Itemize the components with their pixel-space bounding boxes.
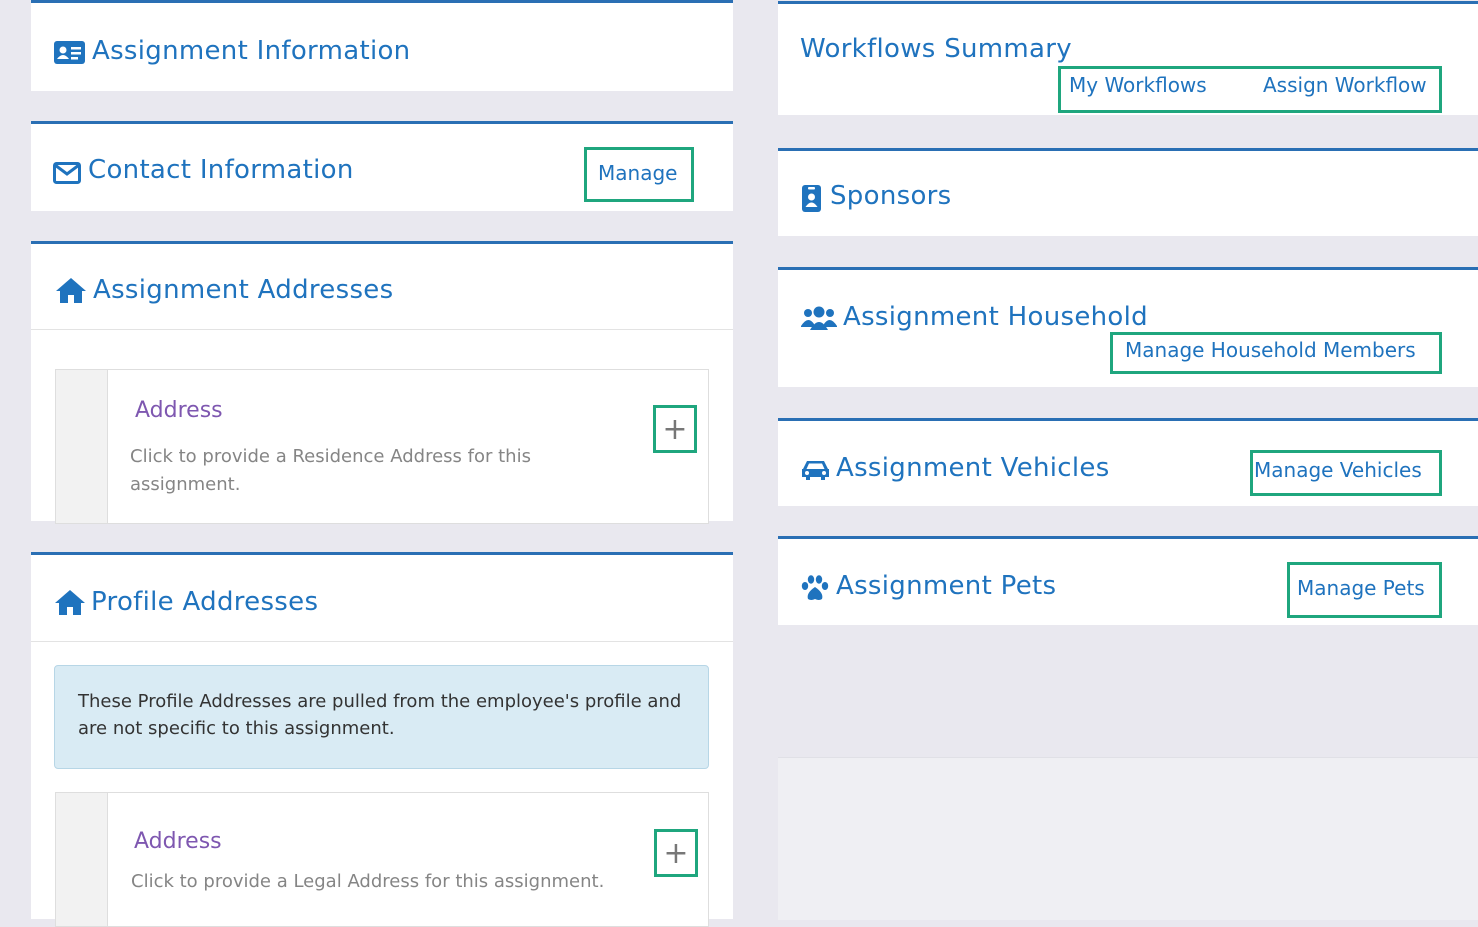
- manage-pets-link[interactable]: Manage Pets: [1297, 576, 1425, 600]
- panel-divider: [31, 329, 733, 330]
- users-icon: [801, 306, 837, 330]
- pets-panel: Assignment Pets Manage Pets: [778, 536, 1478, 625]
- assign-workflow-link[interactable]: Assign Workflow: [1263, 73, 1427, 97]
- paw-icon: [801, 575, 829, 600]
- assignment-addresses-panel: Assignment Addresses Address Click to pr…: [31, 241, 733, 524]
- sponsors-panel: Sponsors: [778, 148, 1478, 236]
- manage-vehicles-link[interactable]: Manage Vehicles: [1254, 458, 1422, 482]
- address-card-title: Address: [134, 829, 222, 854]
- household-panel: Assignment Household Manage Household Me…: [778, 267, 1478, 387]
- contact-information-title: Contact Information: [88, 155, 354, 185]
- panel-divider: [31, 641, 733, 642]
- assignment-information-title: Assignment Information: [92, 36, 411, 66]
- residence-address-card[interactable]: Address Click to provide a Residence Add…: [55, 369, 709, 524]
- home-icon: [56, 278, 86, 303]
- household-title: Assignment Household: [843, 302, 1148, 332]
- address-card-description: Click to provide a Residence Address for…: [130, 446, 531, 495]
- manage-household-members-link[interactable]: Manage Household Members: [1125, 338, 1416, 362]
- contact-manage-link[interactable]: Manage: [598, 161, 677, 185]
- add-residence-address-button[interactable]: +: [653, 405, 697, 453]
- workflows-summary-title: Workflows Summary: [800, 34, 1072, 64]
- address-card-description: Click to provide a Legal Address for thi…: [131, 871, 605, 892]
- profile-addresses-info: These Profile Addresses are pulled from …: [54, 665, 709, 769]
- contact-information-panel: Contact Information Manage: [31, 121, 733, 211]
- add-legal-address-button[interactable]: +: [654, 829, 698, 877]
- envelope-icon: [53, 162, 81, 184]
- assignment-addresses-title: Assignment Addresses: [93, 275, 394, 305]
- home-icon: [55, 590, 85, 615]
- profile-addresses-title: Profile Addresses: [91, 587, 319, 617]
- sponsors-title: Sponsors: [830, 181, 952, 211]
- badge-icon: [802, 185, 821, 212]
- car-icon: [802, 461, 829, 480]
- assignment-information-panel: Assignment Information: [31, 0, 733, 91]
- legal-address-card[interactable]: Address Click to provide a Legal Address…: [55, 792, 709, 927]
- vehicles-title: Assignment Vehicles: [836, 453, 1110, 483]
- profile-addresses-panel: Profile Addresses These Profile Addresse…: [31, 552, 733, 927]
- pets-title: Assignment Pets: [836, 571, 1057, 601]
- card-strip: [56, 370, 108, 523]
- workflows-summary-panel: Workflows Summary My Workflows Assign Wo…: [778, 1, 1478, 115]
- address-card-title: Address: [135, 398, 223, 423]
- card-strip: [56, 793, 108, 926]
- id-card-icon: [54, 41, 85, 64]
- my-workflows-link[interactable]: My Workflows: [1069, 73, 1207, 97]
- right-column-filler: [778, 757, 1478, 920]
- vehicles-panel: Assignment Vehicles Manage Vehicles: [778, 418, 1478, 506]
